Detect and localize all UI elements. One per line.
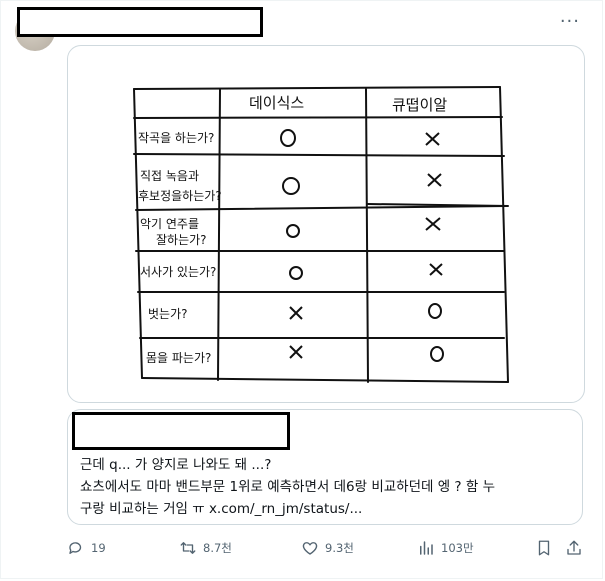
- quoted-tweet[interactable]: 근데 q... 가 양지로 나와도 돼 ...? 쇼츠에서도 마마 밴드부문 1…: [67, 409, 583, 525]
- mark-o: [280, 129, 296, 147]
- more-horizontal-icon[interactable]: ···: [560, 11, 580, 32]
- row-label-3b: 잘하는가?: [156, 233, 207, 247]
- mark-o: [289, 266, 303, 280]
- quoted-text-line: 근데 q... 가 양지로 나와도 돼 ...?: [80, 457, 272, 473]
- tweet-card: ··· 데이식스 큐떱이알 작곡을 하는가? 직접 녹음과 후보정을하는가? 악…: [0, 0, 603, 579]
- row-label-4: 서사가 있는가?: [140, 265, 216, 279]
- redacted-quoted-username: [72, 412, 290, 450]
- mark-o: [286, 224, 300, 238]
- row-label-2b: 후보정을하는가?: [138, 189, 222, 203]
- repost-icon: [180, 542, 196, 554]
- mark-x: [425, 217, 441, 231]
- like-count: 9.3천: [325, 541, 354, 555]
- share-icon: [567, 540, 581, 555]
- like-button[interactable]: 9.3천: [301, 539, 354, 557]
- tweet-action-bar: 19 8.7천 9.3천 103만: [67, 539, 587, 561]
- row-label-5: 벗는가?: [148, 307, 188, 321]
- row-label-1: 작곡을 하는가?: [138, 131, 214, 145]
- mark-x: [429, 263, 443, 276]
- mark-x: [427, 173, 442, 187]
- mark-o: [428, 303, 442, 319]
- reply-button[interactable]: 19: [67, 539, 106, 557]
- column-header-day6: 데이식스: [249, 94, 304, 112]
- row-label-6: 몸을 파는가?: [146, 351, 211, 365]
- share-button[interactable]: [565, 539, 583, 557]
- views-count: 103만: [441, 541, 474, 555]
- repost-button[interactable]: 8.7천: [179, 539, 232, 557]
- reply-icon: [69, 542, 82, 554]
- mark-x: [425, 132, 440, 146]
- bookmark-button[interactable]: [535, 539, 553, 557]
- redacted-username: [17, 7, 263, 37]
- handwritten-comparison-table: 데이식스 큐떱이알 작곡을 하는가? 직접 녹음과 후보정을하는가? 악기 연주…: [133, 86, 509, 383]
- quoted-text-line: 쇼츠에서도 마마 밴드부문 1위로 예측하면서 데6랑 비교하던데 엥 ? 함 …: [80, 479, 496, 495]
- mark-x: [289, 306, 303, 320]
- bookmark-icon: [538, 540, 550, 556]
- views-button[interactable]: 103만: [417, 539, 474, 557]
- heart-icon: [302, 542, 318, 555]
- mark-o: [430, 346, 444, 362]
- quoted-tweet-text: 근데 q... 가 양지로 나와도 돼 ...? 쇼츠에서도 마마 밴드부문 1…: [80, 454, 568, 520]
- column-header-qwer: 큐떱이알: [392, 96, 447, 114]
- post-image[interactable]: 데이식스 큐떱이알 작곡을 하는가? 직접 녹음과 후보정을하는가? 악기 연주…: [67, 45, 585, 403]
- repost-count: 8.7천: [203, 541, 232, 555]
- row-label-3: 악기 연주를: [140, 217, 199, 231]
- reply-count: 19: [91, 541, 106, 555]
- row-label-2: 직접 녹음과: [140, 169, 199, 183]
- quoted-text-line: 구랑 비교하는 거임 ㅠ x.com/_rn_jm/status/...: [80, 501, 363, 517]
- views-icon: [420, 541, 433, 555]
- mark-o: [282, 177, 300, 195]
- mark-x: [289, 345, 303, 359]
